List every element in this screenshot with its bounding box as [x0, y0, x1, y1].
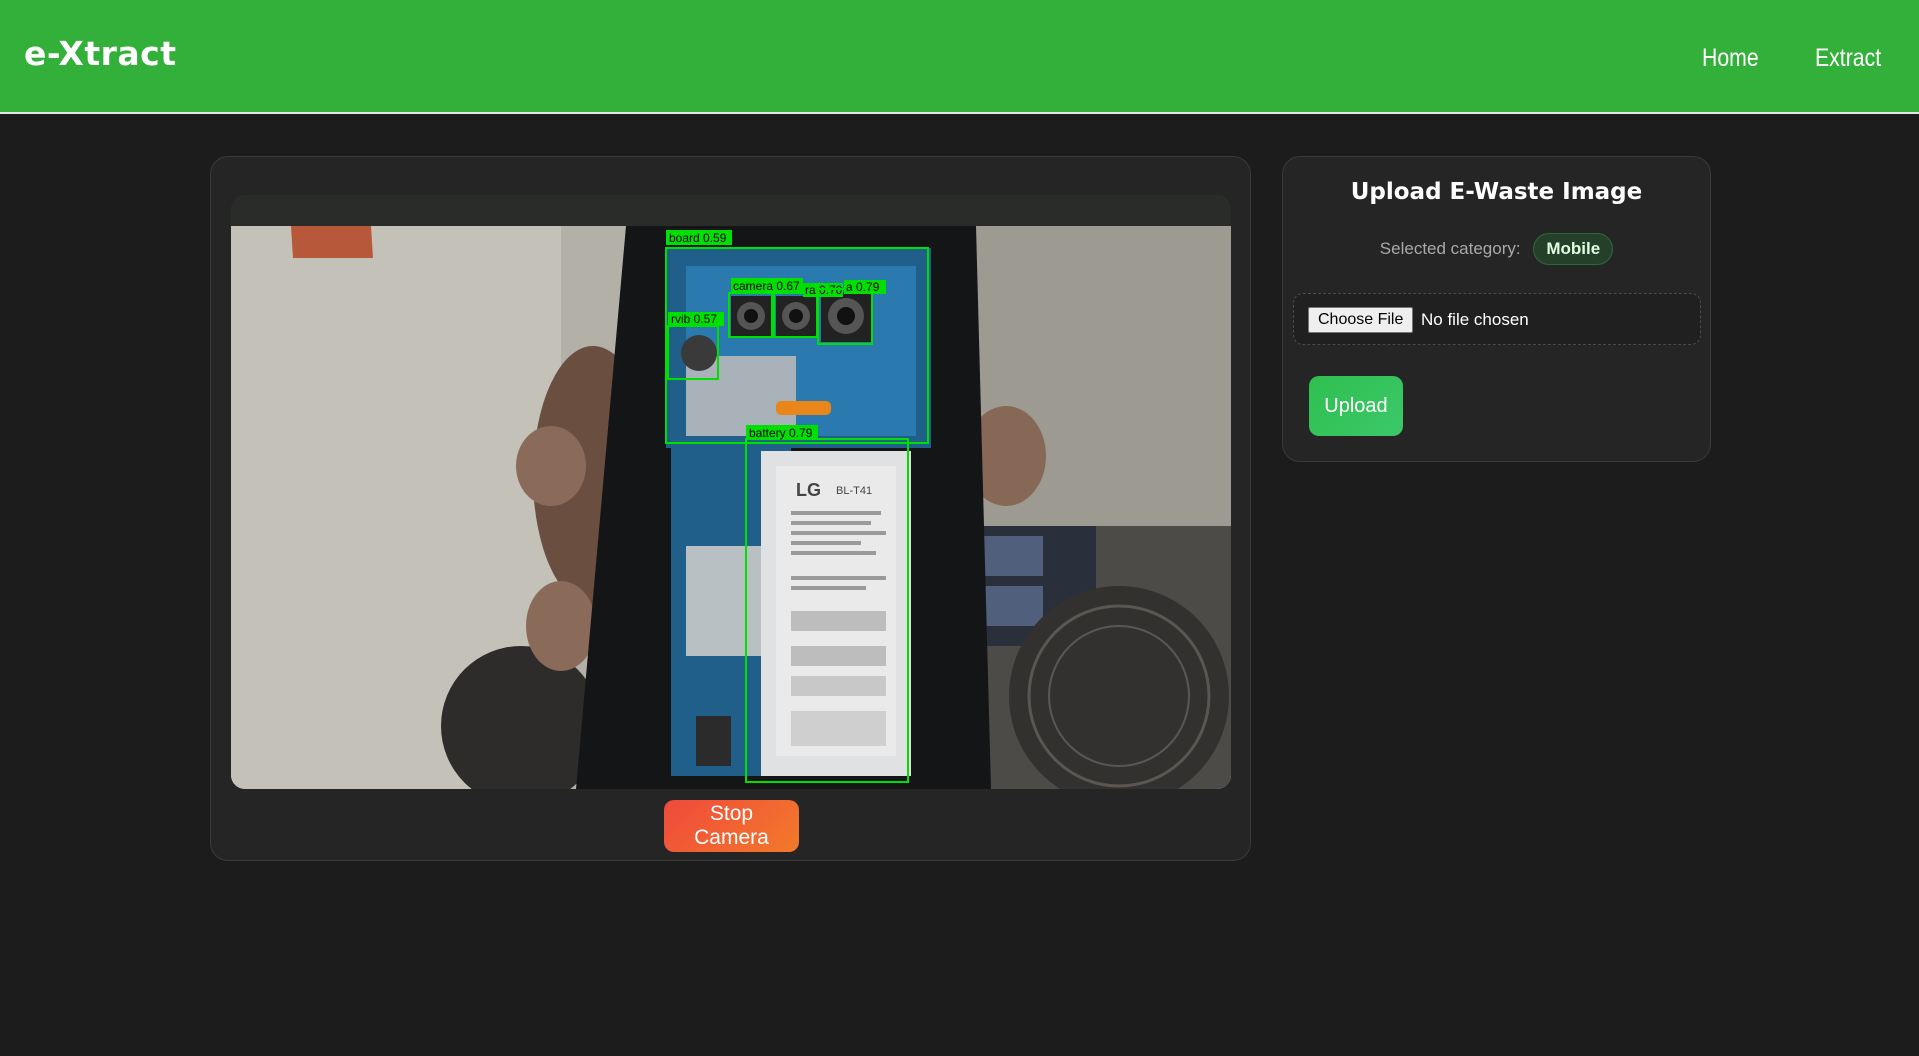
brand-logo[interactable]: e-Xtract — [24, 34, 176, 73]
detection-label-board: board 0.59 — [669, 231, 727, 245]
upload-button[interactable]: Upload — [1309, 376, 1403, 436]
nav-link-extract[interactable]: Extract — [1815, 44, 1881, 73]
detection-label-vibrator: rvib 0.57 — [671, 312, 717, 326]
detection-label-battery: battery 0.79 — [749, 426, 813, 440]
category-badge: Mobile — [1533, 233, 1614, 265]
upload-card: Upload E-Waste Image Selected category: … — [1282, 156, 1711, 462]
battery-brand-text: LG — [796, 480, 821, 500]
nav-link-home[interactable]: Home — [1702, 44, 1759, 73]
navbar: e-Xtract Home Extract — [0, 0, 1919, 114]
choose-file-button[interactable]: Choose File — [1308, 307, 1414, 333]
camera-card: LG BL-T41 board 0.59 camera 0.67 ra 0.70… — [210, 156, 1251, 861]
file-input-zone[interactable]: Choose File No file chosen — [1293, 293, 1701, 345]
detection-label-camera-3: a 0.79 — [846, 280, 880, 294]
video-frame: LG BL-T41 board 0.59 camera 0.67 ra 0.70… — [231, 195, 1231, 789]
camera-feed-image: LG BL-T41 board 0.59 camera 0.67 ra 0.70… — [231, 226, 1231, 789]
category-label: Selected category: — [1379, 239, 1521, 258]
battery-model-text: BL-T41 — [836, 485, 872, 497]
category-row: Selected category: Mobile — [1283, 233, 1710, 265]
detection-label-camera-1: camera 0.67 — [733, 279, 800, 293]
camera-feed: LG BL-T41 board 0.59 camera 0.67 ra 0.70… — [231, 226, 1231, 789]
file-status-text: No file chosen — [1421, 310, 1529, 329]
upload-title: Upload E-Waste Image — [1350, 179, 1643, 205]
stop-camera-button[interactable]: Stop Camera — [664, 800, 799, 852]
